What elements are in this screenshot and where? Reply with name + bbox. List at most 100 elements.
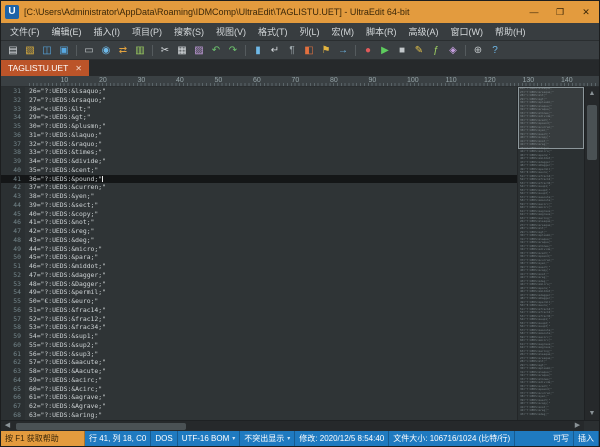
vertical-scroll-track[interactable] [585, 100, 599, 407]
scroll-up-icon[interactable]: ▲ [585, 87, 599, 100]
menu-item-L[interactable]: 列(L) [294, 23, 326, 40]
status-syntax-highlighting[interactable]: 不突出显示 ▾ [240, 431, 295, 446]
code-line[interactable]: 4136="?:UEDS:&pound;" [1, 175, 517, 184]
status-read-write[interactable]: 可写 [549, 431, 574, 446]
code-line[interactable]: 3328="<:UEDS:&lt;" [1, 105, 517, 114]
code-line[interactable]: 4439="?:UEDS:&sect;" [1, 201, 517, 210]
word-wrap-icon[interactable]: ↵ [267, 43, 283, 58]
code-line[interactable]: 5752="?:UEDS:&frac12;" [1, 315, 517, 324]
menu-item-V[interactable]: 视图(V) [210, 23, 252, 40]
code-line[interactable]: 5146="?:UEDS:&middot;" [1, 262, 517, 271]
bookmark-icon[interactable]: ⚑ [318, 43, 334, 58]
code-line[interactable]: 5449="?:UEDS:&permil;" [1, 288, 517, 297]
script-icon[interactable]: ✎ [411, 43, 427, 58]
macro-stop-icon[interactable]: ■ [394, 43, 410, 58]
code-line[interactable]: 5651="?:UEDS:&frac14;" [1, 306, 517, 315]
minimap-viewport[interactable] [518, 87, 584, 149]
print-icon[interactable]: ▭ [81, 43, 97, 58]
goto-icon[interactable]: → [335, 43, 351, 58]
horizontal-scrollbar[interactable]: ◀ ▶ [1, 420, 599, 431]
code-line[interactable]: 4641="?:UEDS:&not;" [1, 218, 517, 227]
code-line[interactable]: 5550="€:UEDS:&euro;" [1, 297, 517, 306]
cut-icon[interactable]: ✂ [157, 43, 173, 58]
menu-item-E[interactable]: 编辑(E) [46, 23, 88, 40]
horizontal-scroll-thumb[interactable] [16, 423, 186, 430]
new-file-icon[interactable]: ▤ [5, 43, 21, 58]
code-line[interactable]: 3530="?:UEDS:&plusmn;" [1, 122, 517, 131]
save-icon[interactable]: ◫ [39, 43, 55, 58]
text-editor[interactable]: 3126="?:UEDS:&lsaquo;"3227="?:UEDS:&rsaq… [1, 87, 517, 420]
menu-item-I[interactable]: 插入(I) [88, 23, 127, 40]
close-icon[interactable]: ✕ [75, 64, 82, 73]
horizontal-scroll-track[interactable] [14, 421, 571, 431]
code-line[interactable]: 4944="?:UEDS:&micro;" [1, 245, 517, 254]
paste-icon[interactable]: ▨ [191, 43, 207, 58]
maximize-button[interactable]: ❐ [547, 1, 573, 23]
menu-item-R[interactable]: 脚本(R) [360, 23, 403, 40]
hex-edit-icon[interactable]: ◧ [301, 43, 317, 58]
code-line[interactable]: 6257="?:UEDS:&aacute;" [1, 358, 517, 367]
code-line[interactable]: 5045="?:UEDS:&para;" [1, 253, 517, 262]
function-list-icon[interactable]: ƒ [428, 43, 444, 58]
undo-icon[interactable]: ↶ [208, 43, 224, 58]
menu-item-W[interactable]: 窗口(W) [445, 23, 490, 40]
code-line[interactable]: 4035="?:UEDS:&cent;" [1, 166, 517, 175]
code-line[interactable]: 6459="?:UEDS:&acirc;" [1, 376, 517, 385]
minimap[interactable]: 26="?:UEDS:&lsaquo;"27="?:UEDS:&rsaquo;"… [517, 87, 584, 420]
vertical-scrollbar[interactable]: ▲ ▼ [584, 87, 599, 420]
code-line[interactable]: 6055="?:UEDS:&sup2;" [1, 341, 517, 350]
app-icon[interactable]: U [5, 5, 19, 19]
code-line[interactable]: 5954="?:UEDS:&sup1;" [1, 332, 517, 341]
code-line[interactable]: 6560="?:UEDS:&Acirc;" [1, 385, 517, 394]
menu-item-T[interactable]: 格式(T) [252, 23, 294, 40]
code-line[interactable]: 3732="?:UEDS:&raquo;" [1, 140, 517, 149]
code-line[interactable]: 3934="?:UEDS:&divide;" [1, 157, 517, 166]
menu-item-F[interactable]: 文件(F) [4, 23, 46, 40]
redo-icon[interactable]: ↷ [225, 43, 241, 58]
code-line[interactable]: 5348="?:UEDS:&Dagger;" [1, 280, 517, 289]
vertical-scroll-thumb[interactable] [587, 105, 597, 160]
menu-item-M[interactable]: 宏(M) [326, 23, 361, 40]
find-icon[interactable]: ◉ [98, 43, 114, 58]
code-line[interactable]: 3833="?:UEDS:&times;" [1, 148, 517, 157]
code-line[interactable]: 4843="?:UEDS:&deg;" [1, 236, 517, 245]
copy-icon[interactable]: ▦ [174, 43, 190, 58]
show-paragraph-icon[interactable]: ¶ [284, 43, 300, 58]
code-line[interactable]: 6661="?:UEDS:&agrave;" [1, 393, 517, 402]
code-line[interactable]: 4742="?:UEDS:&reg;" [1, 227, 517, 236]
code-line[interactable]: 4237="?:UEDS:&curren;" [1, 183, 517, 192]
code-line[interactable]: 4338="?:UEDS:&yen;" [1, 192, 517, 201]
replace-icon[interactable]: ⇄ [115, 43, 131, 58]
status-encoding[interactable]: UTF-16 BOM ▾ [178, 431, 241, 446]
code-line[interactable]: 3227="?:UEDS:&rsaquo;" [1, 96, 517, 105]
macro-record-icon[interactable]: ● [360, 43, 376, 58]
code-line[interactable]: 3429=">:UEDS:&gt;" [1, 113, 517, 122]
code-line[interactable]: 5247="?:UEDS:&dagger;" [1, 271, 517, 280]
save-all-icon[interactable]: ▣ [56, 43, 72, 58]
scroll-left-icon[interactable]: ◀ [1, 421, 14, 431]
help-icon[interactable]: ? [487, 43, 503, 58]
menu-item-H[interactable]: 帮助(H) [489, 23, 532, 40]
code-line[interactable]: 3631="?:UEDS:&laquo;" [1, 131, 517, 140]
code-line[interactable]: 4540="?:UEDS:&copy;" [1, 210, 517, 219]
menu-item-P[interactable]: 项目(P) [126, 23, 168, 40]
code-line[interactable]: 6863="?:UEDS:&aring;" [1, 411, 517, 420]
code-line[interactable]: 6762="?:UEDS:&Agrave;" [1, 402, 517, 411]
menu-item-A[interactable]: 高级(A) [403, 23, 445, 40]
scroll-right-icon[interactable]: ▶ [571, 421, 584, 431]
code-line[interactable]: 3126="?:UEDS:&lsaquo;" [1, 87, 517, 96]
find-in-files-icon[interactable]: ▥ [132, 43, 148, 58]
column-mode-icon[interactable]: ▮ [250, 43, 266, 58]
code-line[interactable]: 5853="?:UEDS:&frac34;" [1, 323, 517, 332]
menu-item-S[interactable]: 搜索(S) [168, 23, 210, 40]
code-line[interactable]: 6156="?:UEDS:&sup3;" [1, 350, 517, 359]
tab-taglistu-uet[interactable]: TAGLISTU.UET ✕ [1, 60, 89, 76]
tag-list-icon[interactable]: ◈ [445, 43, 461, 58]
status-insert-mode[interactable]: 插入 [574, 431, 599, 446]
open-file-icon[interactable]: ▧ [22, 43, 38, 58]
status-line-ending[interactable]: DOS [151, 431, 177, 446]
settings-icon[interactable]: ⊕ [470, 43, 486, 58]
minimize-button[interactable]: — [521, 1, 547, 23]
close-button[interactable]: ✕ [573, 1, 599, 23]
macro-play-icon[interactable]: ▶ [377, 43, 393, 58]
